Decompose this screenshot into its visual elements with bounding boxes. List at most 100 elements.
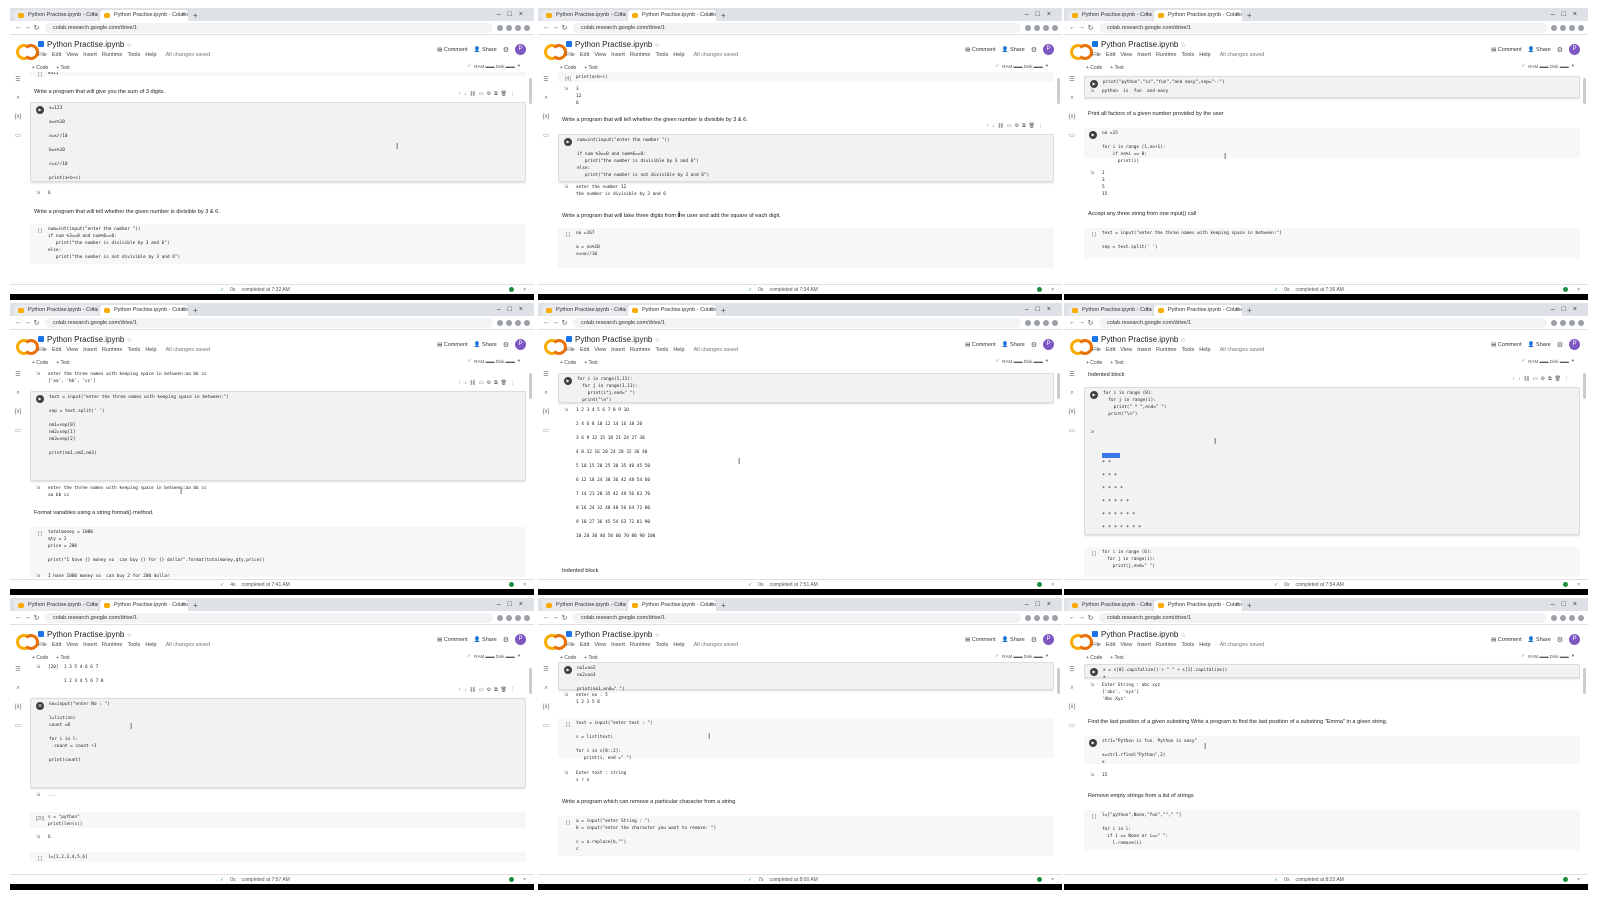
files-icon[interactable]: ▭	[1069, 427, 1075, 434]
colab-logo-icon[interactable]	[544, 634, 567, 650]
output-icon[interactable]: ⇲	[36, 664, 40, 670]
menu-runtime[interactable]: Runtime	[630, 51, 650, 59]
markdown-text-cell[interactable]: Find the last position of a given substr…	[1088, 718, 1576, 726]
chevron-down-icon[interactable]: ▾	[1572, 358, 1574, 364]
cell-execution-count[interactable]: [20]	[35, 815, 45, 823]
close-tab-icon[interactable]: ×	[181, 305, 185, 316]
menu-view[interactable]: View	[594, 346, 606, 354]
search-icon[interactable]: ⌕	[1070, 390, 1073, 397]
delete-icon[interactable]: 🗑	[1029, 123, 1035, 129]
close-tab-icon[interactable]: ×	[709, 10, 713, 21]
code-editor[interactable]: l=[1,2,3,4,5,6]	[48, 854, 522, 861]
menu-view[interactable]: View	[594, 51, 606, 59]
reload-icon[interactable]: ↻	[560, 614, 569, 622]
colab-logo-icon[interactable]	[16, 339, 39, 355]
ram-disk-indicator[interactable]: ✓ RAM ▬▬ Disk ▬▬ ▾	[467, 63, 520, 69]
output-icon[interactable]: ⇲	[564, 407, 568, 413]
menu-tools[interactable]: Tools	[1181, 641, 1194, 649]
link-icon[interactable]: ⛓	[997, 123, 1003, 129]
code-editor[interactable]: totalmoney = 1000 qty = 2 price = 200 pr…	[48, 529, 522, 564]
code-editor[interactable]: for i in range(1,11): for j in range(1,1…	[577, 376, 1049, 404]
settings-gear-icon[interactable]: ⚙	[503, 341, 509, 349]
notebook-title[interactable]: Python Practise.ipynb	[47, 630, 124, 639]
search-icon[interactable]: ⌕	[544, 95, 547, 102]
connection-status-icon[interactable]	[509, 287, 514, 292]
markdown-text-cell[interactable]: Write a program that will tell whether t…	[34, 208, 522, 216]
close-tab-icon[interactable]: ×	[619, 305, 623, 316]
run-cell-icon[interactable]: ▶	[564, 666, 572, 674]
down-arrow-icon[interactable]: ↓	[464, 380, 467, 386]
connection-status-icon[interactable]	[1037, 287, 1042, 292]
menu-tools[interactable]: Tools	[127, 641, 140, 649]
new-tab-icon[interactable]: +	[721, 305, 726, 316]
more-icon[interactable]: ⋮	[510, 91, 515, 97]
ram-disk-indicator[interactable]: ✓ RAM ▬▬ Disk ▬▬ ▾	[1521, 358, 1574, 364]
close-status-icon[interactable]: ×	[1051, 877, 1054, 883]
code-editor[interactable]: l=["python",None,"fun",""," "] for i in …	[1102, 812, 1576, 847]
star-icon[interactable]: ☆	[655, 43, 660, 49]
back-icon[interactable]: ←	[14, 319, 23, 326]
comment-icon[interactable]: ▭	[479, 380, 484, 386]
comment-button[interactable]: ▤ Comment	[437, 637, 468, 643]
output-icon[interactable]: ⇲	[564, 770, 568, 776]
star-icon[interactable]: ☆	[1181, 43, 1186, 49]
window-controls[interactable]: –□×	[497, 598, 530, 611]
cell-execution-count[interactable]: [ ]	[35, 72, 45, 79]
code-editor[interactable]: num=int(input("enter the number ")) if n…	[48, 226, 522, 261]
toc-icon[interactable]: ☰	[15, 666, 20, 673]
settings-gear-icon[interactable]: ⚙	[503, 46, 509, 54]
colab-logo-icon[interactable]	[16, 44, 39, 60]
up-arrow-icon[interactable]: ↑	[458, 687, 461, 693]
down-arrow-icon[interactable]: ↓	[992, 367, 995, 368]
output-icon[interactable]: ⇲	[1090, 682, 1094, 688]
browser-tab-inactive[interactable]: Python Practise.ipynb - Colabor ×	[1068, 10, 1152, 21]
mirror-icon[interactable]: ⧉	[1022, 367, 1026, 368]
cell-execution-count[interactable]: [ ]	[35, 855, 45, 863]
star-icon[interactable]: ☆	[127, 633, 132, 639]
reload-icon[interactable]: ↻	[560, 319, 569, 327]
add-code-button[interactable]: + Code	[560, 655, 576, 661]
colab-logo-icon[interactable]	[1070, 339, 1093, 355]
markdown-text-cell[interactable]: Indented block	[562, 567, 1050, 575]
share-button[interactable]: 👤 Share	[1528, 637, 1551, 643]
close-tab-icon[interactable]: ×	[1235, 305, 1239, 316]
window-controls[interactable]: –□×	[1025, 598, 1058, 611]
url-input[interactable]: colab.research.google.com/drive/1	[1099, 22, 1547, 33]
gear-icon[interactable]: ⚙	[487, 380, 491, 386]
connection-status-icon[interactable]	[1563, 582, 1568, 587]
mirror-icon[interactable]: ⧉	[494, 91, 498, 97]
browser-tab-active[interactable]: Python Practise.ipynb - Colabor ×	[1154, 305, 1242, 316]
add-code-button[interactable]: + Code	[32, 360, 48, 366]
comment-icon[interactable]: ▭	[479, 91, 484, 97]
menu-runtime[interactable]: Runtime	[1156, 51, 1176, 59]
extension-icons[interactable]	[1551, 24, 1584, 31]
menu-insert[interactable]: Insert	[611, 641, 625, 649]
menu-help[interactable]: Help	[1199, 641, 1210, 649]
code-cell[interactable]: [ ] l=["python",None,"fun",""," "] for i …	[1084, 810, 1580, 850]
avatar[interactable]: P	[1569, 44, 1580, 55]
code-cell[interactable]: ▶no1=no2 no2=no3 print(no1,end=" ")↑↓⛓▭⚙…	[558, 662, 1054, 692]
code-editor[interactable]: x = s[0].capitalize() + " " + s[1].capit…	[1103, 667, 1575, 681]
menu-insert[interactable]: Insert	[1137, 51, 1151, 59]
run-cell-icon[interactable]: ▶	[1090, 391, 1098, 399]
variables-icon[interactable]: {x}	[542, 704, 549, 710]
up-arrow-icon[interactable]: ↑	[1512, 376, 1515, 382]
settings-gear-icon[interactable]: ⚙	[1557, 46, 1563, 54]
output-icon[interactable]: ⇲	[564, 692, 568, 698]
back-icon[interactable]: ←	[14, 614, 23, 621]
gear-icon[interactable]: ⚙	[1541, 376, 1545, 382]
vertical-scrollbar[interactable]	[1057, 78, 1060, 104]
comment-icon[interactable]: ▭	[1533, 376, 1538, 382]
mirror-icon[interactable]: ⧉	[1548, 376, 1552, 382]
code-cell[interactable]: ▶ x = s[0].capitalize() + " " + s[1].capi…	[1084, 664, 1580, 681]
menu-help[interactable]: Help	[145, 51, 156, 59]
comment-button[interactable]: ▤ Comment	[1491, 637, 1522, 643]
toc-icon[interactable]: ☰	[1069, 666, 1074, 673]
vertical-scrollbar[interactable]	[529, 78, 532, 104]
cell-execution-count[interactable]: [ ]	[1089, 231, 1099, 239]
close-tab-icon[interactable]: ×	[619, 10, 623, 21]
markdown-text-cell[interactable]: Indented block	[1088, 371, 1576, 379]
output-icon[interactable]: ⇲	[36, 834, 40, 840]
ram-disk-indicator[interactable]: ✓ RAM ▬▬ Disk ▬▬ ▾	[467, 653, 520, 659]
variables-icon[interactable]: {x}	[1068, 704, 1075, 710]
